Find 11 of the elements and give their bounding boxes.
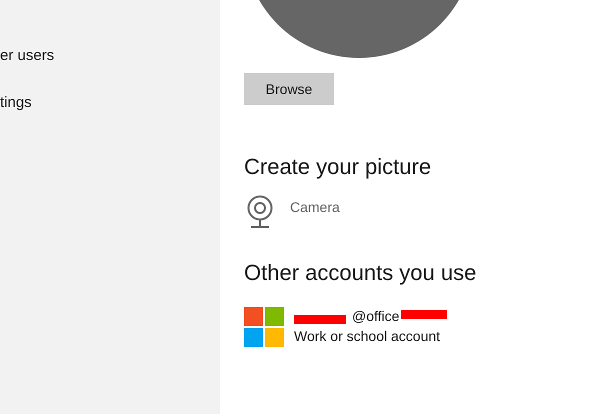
- redaction-bar: [294, 314, 346, 324]
- account-email: @office: [352, 307, 400, 325]
- camera-label[interactable]: Camera: [290, 197, 340, 218]
- sidebar-item[interactable]: tings: [0, 93, 32, 113]
- section-heading: Other accounts you use: [244, 259, 476, 287]
- sidebar-item[interactable]: er users: [0, 46, 54, 66]
- browse-button[interactable]: Browse: [244, 73, 334, 105]
- redaction-bar: [401, 310, 448, 318]
- account-type: Work or school account: [294, 327, 442, 345]
- windows-logo-icon: [244, 307, 284, 347]
- section-heading: Create your picture: [244, 153, 432, 181]
